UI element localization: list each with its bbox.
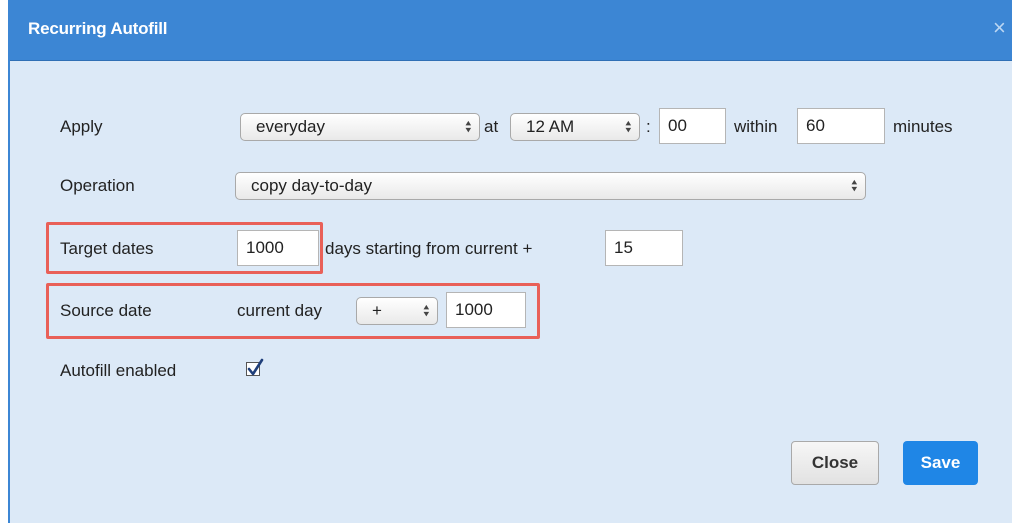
sign-select[interactable]: + ▴ ▾: [356, 297, 438, 325]
updown-arrows-icon: ▴ ▾: [625, 118, 631, 136]
at-label: at: [484, 117, 499, 136]
minutes-label: minutes: [893, 117, 953, 136]
current-day-text: current day: [237, 301, 323, 320]
apply-label: Apply: [60, 117, 103, 136]
updown-arrows-icon: ▴ ▾: [423, 302, 429, 320]
days-starting-text: days starting from current +: [325, 239, 533, 258]
source-days-input[interactable]: 1000: [446, 292, 526, 328]
operation-value: copy day-to-day: [251, 176, 372, 195]
dialog-left-border: [8, 60, 10, 523]
updown-arrows-icon: ▴ ▾: [851, 177, 857, 195]
minute-input[interactable]: 00: [659, 108, 726, 144]
target-days-input[interactable]: 1000: [237, 230, 319, 266]
start-offset-input[interactable]: 15: [605, 230, 683, 266]
close-icon[interactable]: ×: [993, 17, 1006, 39]
hour-value: 12 AM: [526, 117, 575, 136]
autofill-enabled-label: Autofill enabled: [60, 361, 177, 380]
target-dates-label: Target dates: [60, 239, 154, 258]
updown-arrows-icon: ▴ ▾: [465, 118, 471, 136]
frequency-select[interactable]: everyday ▴ ▾: [240, 113, 480, 141]
dialog-title: Recurring Autofill: [28, 19, 168, 38]
operation-select[interactable]: copy day-to-day ▴ ▾: [235, 172, 866, 200]
hour-select[interactable]: 12 AM ▴ ▾: [510, 113, 640, 141]
save-button[interactable]: Save: [903, 441, 978, 485]
within-label: within: [734, 117, 778, 136]
source-date-label: Source date: [60, 301, 152, 320]
sign-value: +: [372, 301, 382, 320]
close-button[interactable]: Close: [791, 441, 879, 485]
frequency-value: everyday: [256, 117, 325, 136]
recurring-autofill-dialog: Recurring Autofill × Apply everyday ▴ ▾ a…: [8, 0, 1012, 523]
autofill-enabled-checkbox[interactable]: [246, 358, 264, 376]
time-colon: :: [646, 117, 651, 136]
operation-label: Operation: [60, 176, 135, 195]
checkmark-icon: [247, 358, 264, 376]
within-minutes-input[interactable]: 60: [797, 108, 885, 144]
dialog-titlebar: Recurring Autofill ×: [8, 0, 1012, 61]
